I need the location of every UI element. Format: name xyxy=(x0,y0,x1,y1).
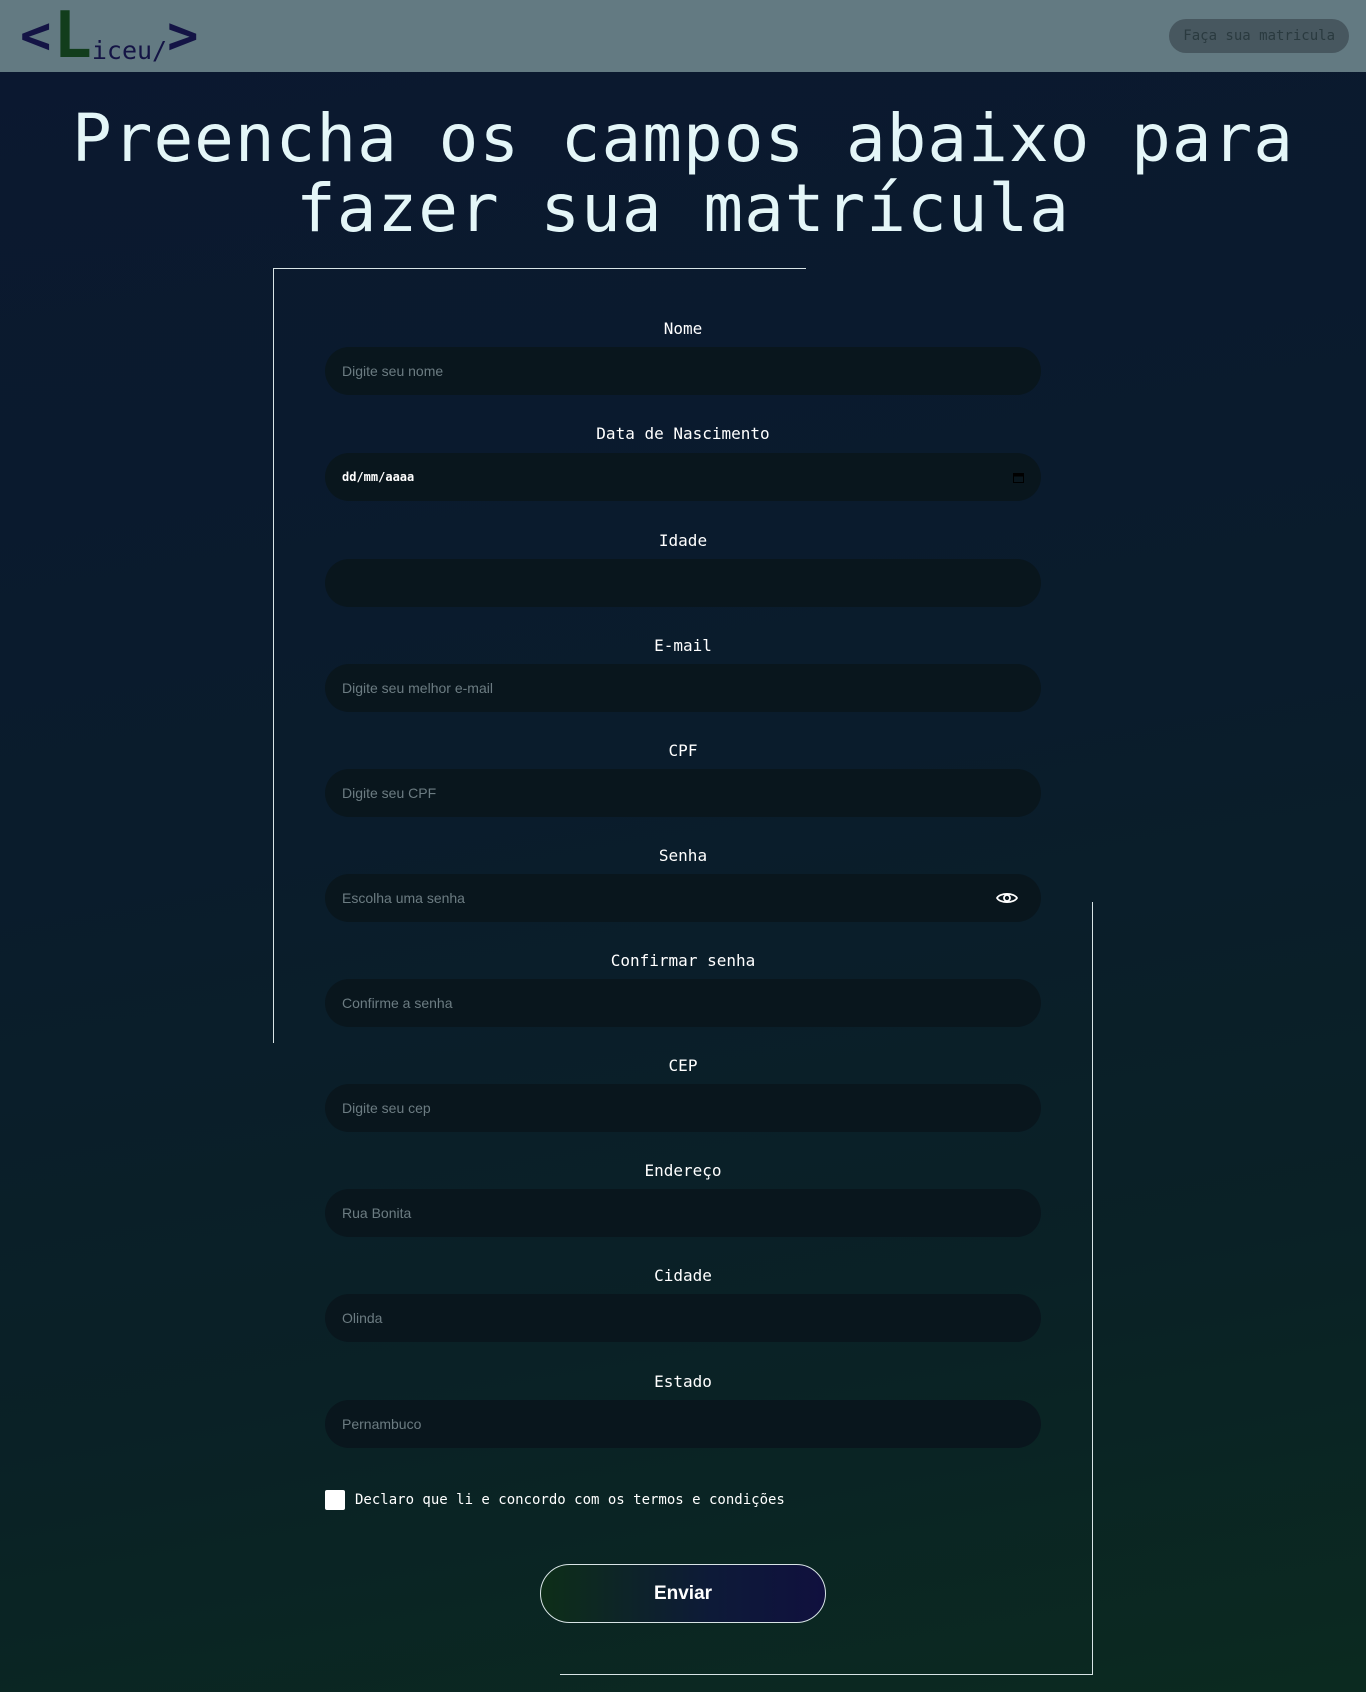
senha-label: Senha xyxy=(658,846,708,865)
calendar-icon[interactable] xyxy=(1013,472,1024,483)
estado-input[interactable] xyxy=(342,1400,1024,1448)
estado-label: Estado xyxy=(654,1372,712,1391)
idade-field-wrapper xyxy=(325,559,1041,607)
endereco-field-wrapper xyxy=(325,1189,1041,1237)
cep-field-wrapper xyxy=(325,1084,1041,1132)
email-field-wrapper xyxy=(325,664,1041,712)
cpf-label: CPF xyxy=(668,741,698,760)
frame-border-right xyxy=(1092,902,1093,1675)
senha-input[interactable] xyxy=(342,874,995,922)
endereco-input[interactable] xyxy=(342,1189,1024,1237)
navbar: < L iceu/ > Faça sua matricula xyxy=(0,0,1366,72)
nascimento-input[interactable]: dd/mm/aaaa xyxy=(325,453,1041,501)
cpf-input[interactable] xyxy=(342,769,1024,817)
submit-button[interactable]: Enviar xyxy=(540,1564,826,1623)
logo-letter-l: L xyxy=(53,0,92,73)
logo-open-bracket: < xyxy=(20,6,52,66)
page-title: Preencha os campos abaixo para fazer sua… xyxy=(0,104,1366,244)
idade-input[interactable] xyxy=(342,559,1024,607)
frame-border-left xyxy=(273,268,274,1043)
idade-label: Idade xyxy=(658,531,708,550)
logo[interactable]: < L iceu/ > xyxy=(20,0,199,73)
page-title-line-1: Preencha os campos abaixo para xyxy=(71,100,1295,177)
endereco-label: Endereço xyxy=(644,1161,722,1180)
confirmar-senha-input[interactable] xyxy=(342,979,1024,1027)
terms-label: Declaro que li e concordo com os termos … xyxy=(355,1492,785,1508)
cidade-field-wrapper xyxy=(325,1294,1041,1342)
enroll-nav-button[interactable]: Faça sua matricula xyxy=(1169,19,1349,53)
frame-border-bottom xyxy=(560,1674,1093,1675)
terms-checkbox[interactable] xyxy=(325,1490,345,1510)
confirmar-senha-label: Confirmar senha xyxy=(610,951,756,970)
email-label: E-mail xyxy=(654,636,712,655)
nome-input[interactable] xyxy=(342,347,1024,395)
estado-field-wrapper xyxy=(325,1400,1041,1448)
nascimento-label: Data de Nascimento xyxy=(596,424,770,443)
logo-close-bracket: > xyxy=(167,6,199,66)
cidade-input[interactable] xyxy=(342,1294,1024,1342)
cidade-label: Cidade xyxy=(654,1266,712,1285)
nome-label: Nome xyxy=(663,319,703,338)
nome-field-wrapper xyxy=(325,347,1041,395)
nascimento-value: dd/mm/aaaa xyxy=(342,470,415,484)
terms-row: Declaro que li e concordo com os termos … xyxy=(325,1490,785,1510)
cep-input[interactable] xyxy=(342,1084,1024,1132)
cep-label: CEP xyxy=(668,1056,698,1075)
logo-text: iceu/ xyxy=(91,36,168,65)
senha-field-wrapper xyxy=(325,874,1041,922)
cpf-field-wrapper xyxy=(325,769,1041,817)
page-title-line-2: fazer sua matrícula xyxy=(296,170,1070,247)
frame-border-top xyxy=(273,268,806,269)
eye-icon[interactable] xyxy=(995,886,1019,910)
confirmar-senha-field-wrapper xyxy=(325,979,1041,1027)
email-input[interactable] xyxy=(342,664,1024,712)
